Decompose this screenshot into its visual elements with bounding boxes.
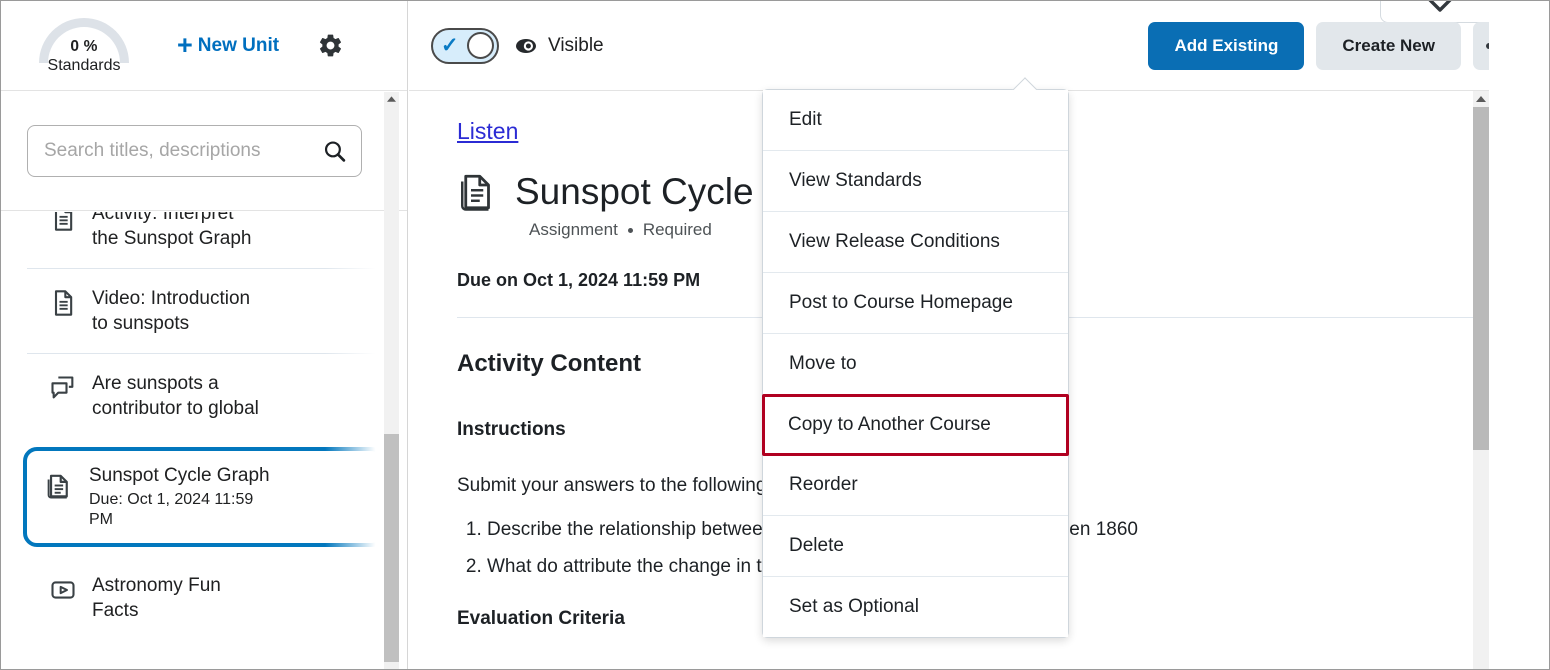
new-unit-button[interactable]: + New Unit [171,31,285,60]
create-new-button[interactable]: Create New [1316,22,1461,70]
right-gutter [1489,1,1549,669]
search-box[interactable] [27,125,362,177]
menu-item-move-to[interactable]: Move to [763,334,1068,395]
list-item-title: Sunspot Cycle Graph [89,463,270,488]
standards-label: Standards [48,57,121,75]
menu-item-reorder[interactable]: Reorder [763,455,1068,516]
list-item-title: Astronomy Fun [92,573,221,598]
separator-dot-icon [628,228,633,233]
more-options-menu: Edit View Standards View Release Conditi… [762,89,1069,638]
list-item-title-line2: contributor to global [92,396,259,421]
list-item[interactable]: Activity: Interpret the Sunspot Graph [27,212,381,269]
list-item-title: Activity: Interpret [92,212,252,226]
list-item-selected[interactable]: Sunspot Cycle Graph Due: Oct 1, 2024 11:… [23,447,385,547]
check-icon: ✓ [441,35,459,56]
sidebar-search-area [1,91,407,211]
discussion-icon [49,374,77,402]
page-scrollbar-thumb[interactable] [1473,107,1489,450]
scroll-up-arrow-icon[interactable] [1473,91,1489,107]
content-toolbar: ✓ Visible Add Existing Create New [409,1,1549,91]
toggle-knob [467,32,494,59]
document-icon [49,212,77,232]
plus-icon: + [177,32,193,59]
search-icon[interactable] [322,138,347,163]
visibility-control: ✓ Visible [431,28,604,64]
gear-icon[interactable] [317,32,344,59]
assignment-icon [45,471,74,500]
standards-gauge: 0 % Standards [25,10,143,82]
collapsed-dropdown-button[interactable] [1380,1,1500,23]
application-window: 0 % Standards + New Unit [0,0,1550,670]
add-existing-button[interactable]: Add Existing [1148,22,1304,70]
list-item-title-line2: Facts [92,598,221,623]
search-input[interactable] [28,126,361,176]
menu-item-post-to-course-homepage[interactable]: Post to Course Homepage [763,273,1068,334]
menu-item-set-as-optional[interactable]: Set as Optional [763,577,1068,637]
list-item-title-line2: to sunspots [92,311,250,336]
list-item[interactable]: Video: Introduction to sunspots [27,269,381,354]
video-icon [49,576,77,604]
toolbar-actions: Add Existing Create New [1148,22,1527,70]
new-unit-label: New Unit [198,35,279,57]
page-scrollbar[interactable] [1473,91,1489,669]
list-item-title: Video: Introduction [92,286,250,311]
menu-item-copy-to-another-course[interactable]: Copy to Another Course [762,394,1069,456]
required-label: Required [643,220,712,240]
content-type-label: Assignment [529,220,618,240]
assignment-icon [457,171,499,213]
chevron-down-icon [1427,1,1453,19]
sidebar-scrollbar[interactable] [384,92,399,669]
list-item-title-line2: the Sunspot Graph [92,226,252,251]
sidebar-header: 0 % Standards + New Unit [1,1,407,91]
unit-item-list[interactable]: Activity: Interpret the Sunspot Graph [1,212,407,669]
list-item[interactable]: Are sunspots a contributor to global [27,354,381,438]
menu-item-edit[interactable]: Edit [763,90,1068,151]
sidebar-scrollbar-thumb[interactable] [384,434,399,662]
course-units-sidebar: 0 % Standards + New Unit [1,1,408,669]
list-item-due-date: Due: Oct 1, 2024 11:59 PM [89,490,257,532]
visibility-toggle[interactable]: ✓ [431,28,499,64]
eye-icon [513,36,539,56]
visibility-label: Visible [548,35,604,57]
menu-item-view-release-conditions[interactable]: View Release Conditions [763,212,1068,273]
standards-percent: 0 % [70,38,97,56]
list-item-title: Are sunspots a [92,371,259,396]
document-icon [49,289,77,317]
scroll-up-arrow-icon[interactable] [384,92,399,107]
menu-item-view-standards[interactable]: View Standards [763,151,1068,212]
listen-link[interactable]: Listen [457,118,518,145]
list-item[interactable]: Astronomy Fun Facts [27,556,381,640]
menu-item-delete[interactable]: Delete [763,516,1068,577]
